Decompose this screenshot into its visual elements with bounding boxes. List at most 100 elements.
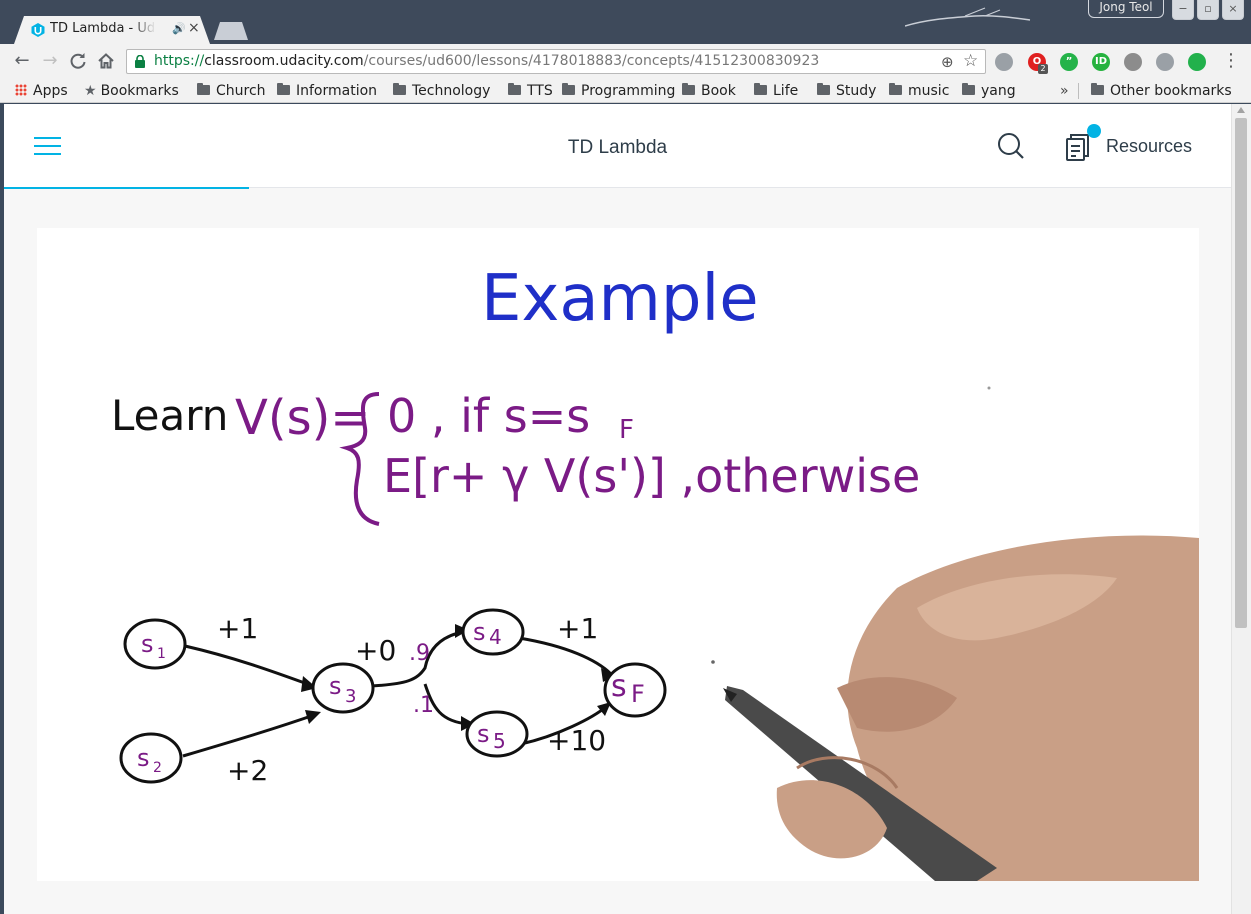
lecture-whiteboard: Example Learn V(s)= 0 , if s=s F E[r+ γ …	[111, 262, 1199, 881]
learn-label: Learn	[111, 391, 228, 440]
scroll-thumb[interactable]	[1235, 118, 1247, 628]
bookmark-folder-information[interactable]: Information	[277, 81, 377, 101]
bookmark-bookmarks[interactable]: ★ Bookmarks	[84, 81, 179, 101]
tab-title-fade	[132, 18, 156, 40]
reload-icon[interactable]	[67, 50, 89, 72]
node-s5-sub: 5	[493, 729, 506, 753]
apps-grid-icon	[15, 84, 27, 96]
folder-icon	[277, 83, 290, 95]
prob-label-s5: .1	[413, 693, 434, 718]
stray-dot	[711, 660, 715, 664]
bookmark-folder-programming[interactable]: Programming	[562, 81, 675, 101]
bookmarks-overflow-button[interactable]: »	[1060, 81, 1069, 101]
case-1: 0 , if s=s	[387, 389, 590, 443]
bookmark-folder-label: Life	[773, 83, 799, 99]
node-s1-label: s	[141, 630, 154, 658]
key-icon[interactable]	[995, 53, 1013, 71]
new-tab-button[interactable]	[214, 22, 248, 40]
bookmark-folder-label: music	[908, 83, 950, 99]
bookmark-folder-label: Study	[836, 83, 877, 99]
notification-dot	[1087, 124, 1101, 138]
equation-lhs: V(s)=	[235, 390, 371, 446]
edge-label-s2-s3: +2	[227, 754, 268, 787]
audio-icon[interactable]: 🔊	[172, 22, 186, 35]
tab-close-icon[interactable]: ×	[188, 20, 200, 36]
zoom-icon[interactable]: ⊕	[941, 53, 954, 71]
node-s3-label: s	[329, 672, 342, 700]
folder-icon	[562, 83, 575, 95]
edge-label-s3: +0	[355, 634, 396, 667]
bookmark-folder-book[interactable]: Book	[682, 81, 736, 101]
node-s4-sub: 4	[489, 625, 502, 649]
page-title: TD Lambda	[567, 137, 668, 158]
star-icon[interactable]: ☆	[963, 51, 978, 71]
forward-button[interactable]: →	[39, 50, 61, 72]
progress-bar	[4, 187, 250, 189]
resources-button[interactable]: Resources	[1062, 124, 1202, 164]
minimize-button[interactable]: −	[1172, 0, 1194, 20]
tab-active[interactable]: TD Lambda - Udacity 🔊 ×	[14, 16, 210, 44]
bookmark-apps[interactable]: Apps	[15, 81, 68, 101]
node-s2	[119, 732, 183, 784]
edge-s2-s3	[182, 712, 318, 758]
bookmark-folder-label: TTS	[527, 83, 553, 99]
bookmark-folder-yang[interactable]: yang	[962, 81, 1016, 101]
case-1-subscript: F	[619, 415, 634, 445]
lecture-heading: Example	[481, 262, 759, 336]
close-window-button[interactable]: ×	[1222, 0, 1244, 20]
rocket-icon[interactable]	[1156, 53, 1174, 71]
bookmark-folder-label: yang	[981, 83, 1016, 99]
node-s3	[311, 662, 375, 714]
lock-icon	[135, 55, 145, 68]
scroll-up-arrow-icon[interactable]	[1237, 107, 1245, 113]
folder-icon	[817, 83, 830, 95]
star-bookmark-icon: ★	[84, 83, 97, 99]
bookmark-folder-label: Programming	[581, 83, 676, 99]
bookmark-folder-label: Technology	[412, 83, 491, 99]
case-2: E[r+ γ V(s')] ,otherwise	[383, 449, 920, 503]
bookmark-other[interactable]: Other bookmarks	[1091, 81, 1232, 101]
maximize-button[interactable]: ▫	[1197, 0, 1219, 20]
address-bar[interactable]: https://classroom.udacity.com/courses/ud…	[126, 49, 986, 74]
page-content: TD Lambda Resources Example Learn V(s)= …	[4, 104, 1231, 914]
folder-icon	[197, 83, 210, 95]
bookmark-folder-label: Book	[701, 83, 736, 99]
edge-labels: +1 +2 +0 +1 +10	[217, 612, 606, 787]
folder-icon	[682, 83, 695, 95]
node-s3-sub: 3	[345, 686, 356, 707]
cloud-icon[interactable]	[1188, 53, 1206, 71]
edge-s1-s3	[184, 644, 314, 688]
bookmark-folder-study[interactable]: Study	[817, 81, 876, 101]
ext-box-icon[interactable]	[1124, 53, 1142, 71]
folder-icon	[962, 83, 975, 95]
bookmark-folder-technology[interactable]: Technology	[393, 81, 490, 101]
bookmark-folder-church[interactable]: Church	[197, 81, 266, 101]
bookmarks-bar: Apps ★ Bookmarks Church Information Technol…	[0, 78, 1251, 103]
instructor-hand-image	[723, 535, 1199, 881]
url-text: https://classroom.udacity.com/courses/ud…	[154, 53, 820, 69]
bookmark-folder-life[interactable]: Life	[754, 81, 798, 101]
browser-toolbar: ← → https://classroom.udacity.com/course…	[0, 44, 1251, 78]
quote-icon[interactable]: ”	[1060, 53, 1078, 71]
resources-icon	[1066, 134, 1089, 161]
profile-button[interactable]: Jong Teol	[1088, 0, 1164, 18]
bookmark-folder-tts[interactable]: TTS	[508, 81, 553, 101]
stray-dot	[987, 386, 991, 390]
node-s4-label: s	[473, 618, 486, 646]
folder-icon	[393, 83, 406, 95]
bookmark-folder-label: Church	[216, 83, 266, 99]
bookmarks-separator	[1078, 83, 1079, 99]
browser-window: TD Lambda - Udacity 🔊 × Jong Teol − ▫ × …	[0, 0, 1251, 914]
back-button[interactable]: ←	[11, 50, 33, 72]
bookmark-folder-label: Information	[296, 83, 378, 99]
id-icon[interactable]: ID	[1092, 53, 1110, 71]
menu-icon[interactable]: ⋮	[1222, 50, 1240, 72]
folder-icon	[754, 83, 767, 95]
node-sf-sub: F	[631, 680, 645, 708]
node-s5-label: s	[477, 720, 490, 748]
home-icon[interactable]	[95, 50, 117, 72]
page-scrollbar[interactable]	[1231, 104, 1251, 914]
bookmark-folder-music[interactable]: music	[889, 81, 949, 101]
video-player[interactable]: Example Learn V(s)= 0 , if s=s F E[r+ γ …	[37, 228, 1199, 881]
search-icon[interactable]	[996, 131, 1026, 161]
